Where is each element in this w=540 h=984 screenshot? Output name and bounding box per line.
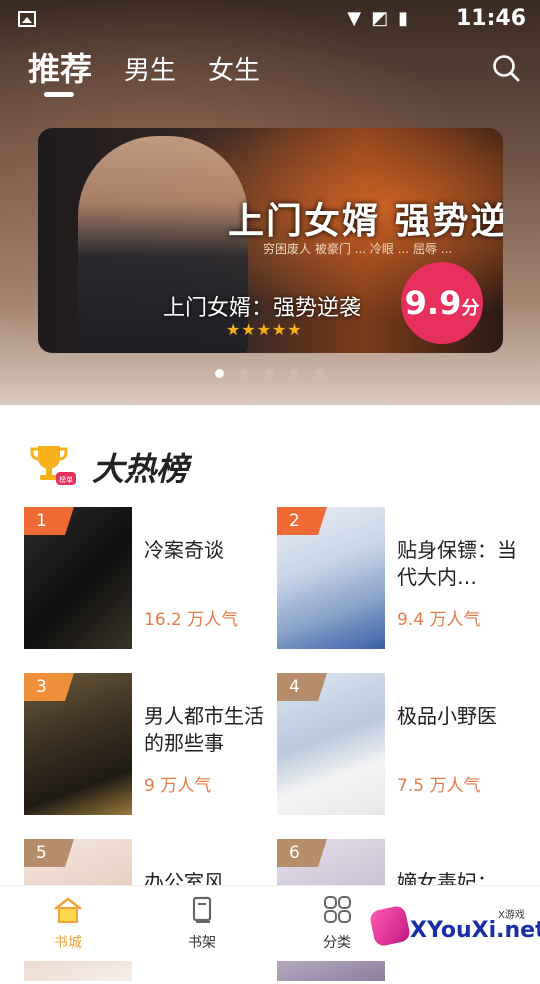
nav-bookshelf[interactable]: 书架 [162, 896, 242, 952]
carousel-dot[interactable] [290, 369, 299, 378]
tab-recommend[interactable]: 推荐 [28, 44, 92, 90]
nav-label: 书架 [188, 935, 216, 951]
banner-book-name: 上门女婿：强势逆袭 [163, 296, 362, 321]
book-popularity: 9 万人气 [144, 776, 212, 796]
banner-rating-stars: ★★★★★ [226, 320, 303, 339]
carousel-dot[interactable] [215, 369, 224, 378]
battery-charging-icon: ▮ [398, 8, 418, 29]
tab-female[interactable]: 女生 [208, 50, 260, 87]
status-icons: ▼◩▮ [347, 8, 418, 29]
active-tab-indicator [44, 92, 74, 97]
banner-headline: 上门女婿 强势逆 [228, 201, 503, 242]
ranking-book-item[interactable]: 4 极品小野医 7.5 万人气 [277, 673, 522, 818]
banner-carousel[interactable]: 上门女婿 强势逆 穷困废人 被豪门 ... 冷眼 ... 屈辱 ... 上门女婿… [38, 128, 503, 353]
ranking-book-item[interactable]: 3 男人都市生活的那些事 9 万人气 [24, 673, 269, 818]
book-title: 冷案奇谈 [144, 538, 224, 562]
ranking-book-item[interactable]: 2 贴身保镖：当代大内… 9.4 万人气 [277, 507, 522, 652]
site-watermark: X游戏 XYouXi.net [368, 900, 540, 958]
section-title: 大热榜 [92, 450, 189, 488]
bookshelf-icon [192, 896, 212, 923]
book-popularity: 16.2 万人气 [144, 610, 239, 630]
score-unit: 分 [461, 298, 480, 319]
watermark-logo-icon [368, 904, 412, 948]
book-popularity: 7.5 万人气 [397, 776, 481, 796]
ranking-book-item[interactable]: 1 冷案奇谈 16.2 万人气 [24, 507, 269, 652]
watermark-text: XYouXi.net [410, 918, 540, 943]
gallery-icon [18, 11, 36, 27]
book-title: 男人都市生活的那些事 [144, 704, 264, 755]
carousel-dot[interactable] [240, 369, 249, 378]
banner-score-badge: 9.9分 [401, 262, 483, 344]
status-time: 11:46 [455, 6, 526, 31]
search-icon[interactable] [492, 54, 520, 82]
score-value: 9.9 [404, 284, 462, 322]
status-bar: ▼◩▮ 11:46 [0, 0, 540, 38]
book-title: 极品小野医 [397, 704, 497, 728]
wifi-icon: ▼ [347, 8, 372, 29]
carousel-dot[interactable] [265, 369, 274, 378]
bookstore-home-icon [54, 897, 82, 923]
nav-label: 书城 [54, 935, 82, 951]
book-title: 贴身保镖：当代大内… [397, 538, 517, 589]
book-popularity: 9.4 万人气 [397, 610, 481, 630]
carousel-dot[interactable] [315, 369, 324, 378]
nav-bookstore[interactable]: 书城 [28, 896, 108, 952]
no-sim-icon: ◩ [371, 8, 399, 29]
category-grid-icon [324, 896, 351, 923]
banner-subline: 穷困废人 被豪门 ... 冷眼 ... 屈辱 ... [263, 242, 453, 256]
trophy-icon: 榜单 [30, 446, 76, 485]
nav-category[interactable]: 分类 [297, 896, 377, 952]
tab-male[interactable]: 男生 [124, 50, 176, 87]
nav-label: 分类 [323, 935, 351, 951]
trophy-badge-text: 榜单 [59, 475, 73, 484]
